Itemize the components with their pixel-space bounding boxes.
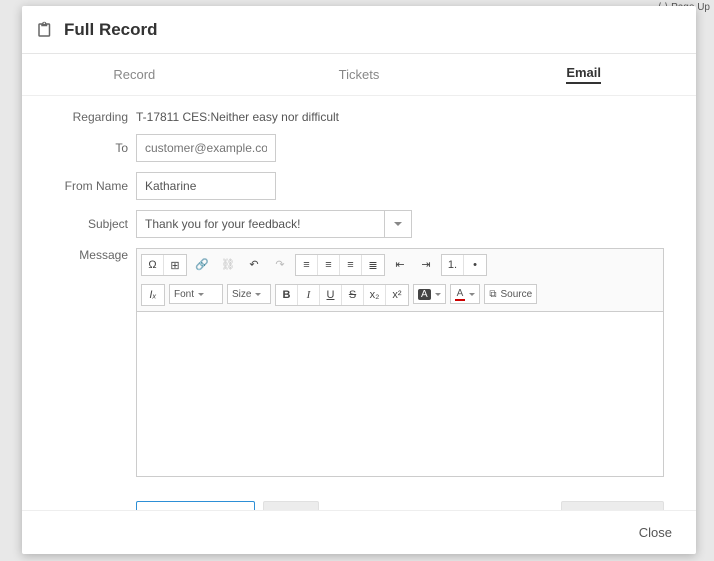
ordered-list-button[interactable]: 1. xyxy=(442,255,464,275)
strikethrough-button[interactable]: S xyxy=(342,285,364,305)
source-button[interactable]: ⧉ Source xyxy=(484,284,537,304)
chevron-down-icon xyxy=(469,293,475,296)
text-color-icon: A xyxy=(455,288,466,301)
row-message: Message Ω ⊞ 🔗 ⛓ ↶ ↷ ≡ ≡ xyxy=(50,248,668,477)
insert-table-button[interactable]: ⊞ xyxy=(164,255,186,275)
align-center-button[interactable]: ≡ xyxy=(318,255,340,275)
label-from-name: From Name xyxy=(50,179,128,193)
indent-button[interactable]: ⇥ xyxy=(415,254,437,274)
full-record-modal: Full Record Record Tickets Email Regardi… xyxy=(22,6,696,554)
superscript-button[interactable]: x² xyxy=(386,285,408,305)
tab-email[interactable]: Email xyxy=(471,54,696,95)
modal-body: Regarding T-17811 CES:Neither easy nor d… xyxy=(22,96,696,510)
modal-title: Full Record xyxy=(64,20,158,40)
row-regarding: Regarding T-17811 CES:Neither easy nor d… xyxy=(50,110,668,124)
modal-tabs: Record Tickets Email xyxy=(22,54,696,96)
to-input[interactable] xyxy=(136,134,276,162)
tab-tickets-label: Tickets xyxy=(339,67,380,82)
font-family-select[interactable]: Font xyxy=(169,284,223,304)
size-select-label: Size xyxy=(232,289,251,300)
page-backdrop: ⟨ ⟩ Page Up Full Record Record Tickets E… xyxy=(0,0,714,561)
clipboard-icon xyxy=(36,21,54,39)
link-button[interactable]: 🔗 xyxy=(191,254,213,274)
label-subject: Subject xyxy=(50,217,128,231)
subject-field xyxy=(136,210,412,238)
row-from-name: From Name xyxy=(50,172,668,200)
unordered-list-button[interactable]: • xyxy=(464,255,486,275)
align-right-button[interactable]: ≡ xyxy=(340,255,362,275)
subject-dropdown-button[interactable] xyxy=(384,210,412,238)
label-message: Message xyxy=(50,248,128,262)
redo-button[interactable]: ↷ xyxy=(269,254,291,274)
from-name-input[interactable] xyxy=(136,172,276,200)
font-size-select[interactable]: Size xyxy=(227,284,271,304)
secondary-dropdown-button[interactable] xyxy=(263,501,319,510)
action-bar: Load Message Send Email xyxy=(136,501,664,510)
tab-tickets[interactable]: Tickets xyxy=(247,54,472,95)
source-label: Source xyxy=(500,289,532,300)
chevron-down-icon xyxy=(435,293,441,296)
label-regarding: Regarding xyxy=(50,110,128,124)
message-textarea[interactable] xyxy=(137,312,663,476)
row-actions: Load Message Send Email xyxy=(50,487,668,510)
source-icon: ⧉ xyxy=(489,289,496,300)
unlink-button[interactable]: ⛓ xyxy=(217,254,239,274)
modal-header: Full Record xyxy=(22,6,696,54)
bg-color-icon: A xyxy=(418,289,431,300)
rich-text-editor: Ω ⊞ 🔗 ⛓ ↶ ↷ ≡ ≡ ≡ ≣ ⇤ xyxy=(136,248,664,477)
regarding-value: T-17811 CES:Neither easy nor difficult xyxy=(136,110,339,124)
tab-email-label: Email xyxy=(566,65,601,84)
chevron-down-icon xyxy=(198,293,204,296)
clear-formatting-button[interactable]: Iₓ xyxy=(142,285,164,305)
underline-button[interactable]: U xyxy=(320,285,342,305)
subscript-button[interactable]: x₂ xyxy=(364,285,386,305)
tab-record-label: Record xyxy=(113,67,155,82)
bold-button[interactable]: B xyxy=(276,285,298,305)
bg-color-select[interactable]: A xyxy=(413,284,446,304)
send-email-button[interactable]: Send Email xyxy=(561,501,664,510)
chevron-down-icon xyxy=(255,293,261,296)
chevron-down-icon xyxy=(394,222,402,226)
modal-footer: Close xyxy=(22,510,696,554)
row-to: To xyxy=(50,134,668,162)
label-to: To xyxy=(50,141,128,155)
tab-record[interactable]: Record xyxy=(22,54,247,95)
align-left-button[interactable]: ≡ xyxy=(296,255,318,275)
text-color-select[interactable]: A xyxy=(450,284,481,304)
italic-button[interactable]: I xyxy=(298,285,320,305)
outdent-button[interactable]: ⇤ xyxy=(389,254,411,274)
close-button[interactable]: Close xyxy=(639,525,672,540)
subject-input[interactable] xyxy=(136,210,384,238)
undo-button[interactable]: ↶ xyxy=(243,254,265,274)
editor-toolbar: Ω ⊞ 🔗 ⛓ ↶ ↷ ≡ ≡ ≡ ≣ ⇤ xyxy=(137,249,663,312)
load-message-button[interactable]: Load Message xyxy=(136,501,255,510)
special-char-button[interactable]: Ω xyxy=(142,255,164,275)
row-subject: Subject xyxy=(50,210,668,238)
align-justify-button[interactable]: ≣ xyxy=(362,255,384,275)
font-select-label: Font xyxy=(174,289,194,300)
